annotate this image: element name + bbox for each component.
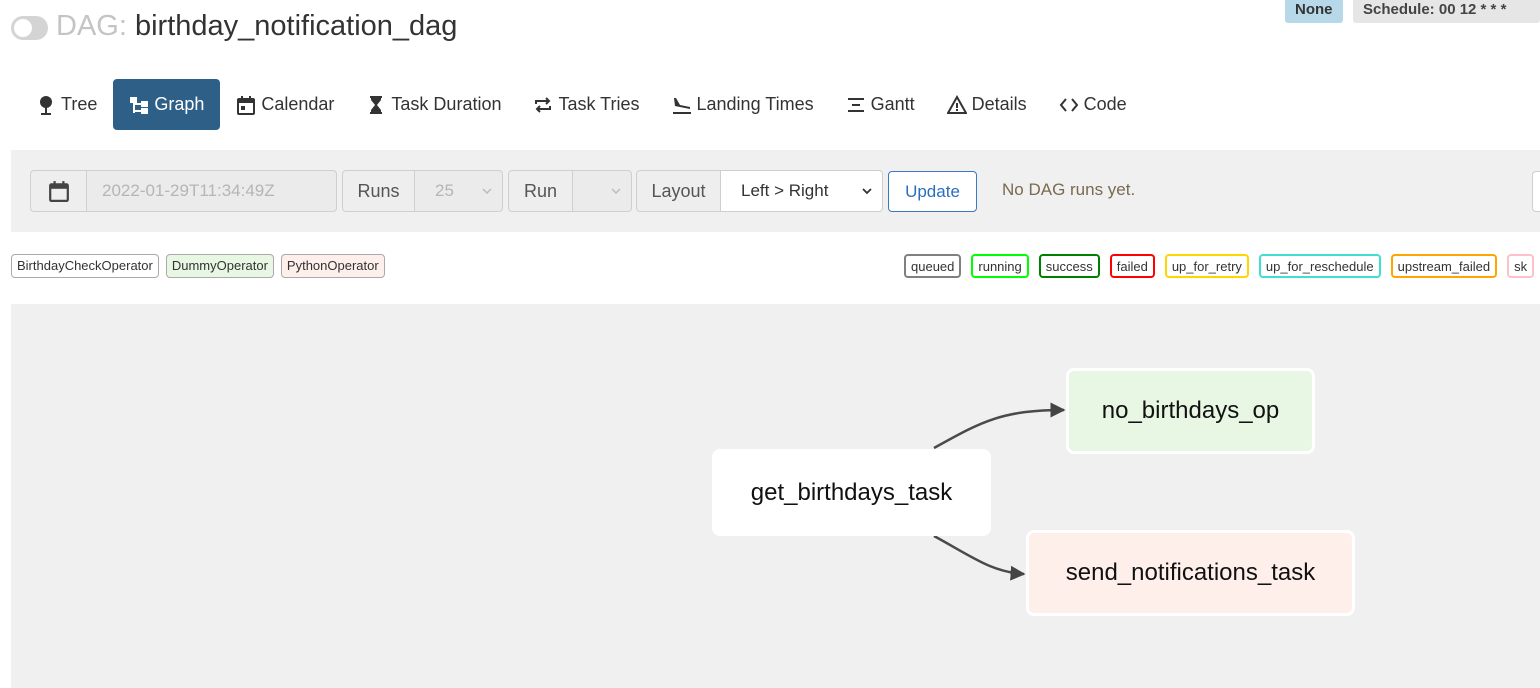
graph-icon — [129, 95, 149, 115]
operator-legend-item: BirthdayCheckOperator — [11, 254, 159, 278]
calendar-picker-button[interactable] — [30, 170, 87, 212]
runs-label: Runs — [342, 170, 415, 212]
tab-code[interactable]: Code — [1043, 79, 1143, 130]
toggle-knob — [14, 19, 32, 37]
operator-legend-item: DummyOperator — [165, 254, 274, 278]
tab-calendar[interactable]: Calendar — [220, 79, 350, 130]
view-tabs: Tree Graph Calendar Task Duration Task T… — [20, 79, 1143, 130]
state-legend-item[interactable]: upstream_failed — [1390, 254, 1498, 278]
task-node-label: get_birthdays_task — [750, 478, 953, 506]
state-legend-item[interactable]: running — [971, 254, 1029, 278]
dag-id: birthday_notification_dag — [134, 10, 458, 42]
search-box-partial[interactable] — [1532, 171, 1540, 212]
state-legend-item[interactable]: up_for_reschedule — [1258, 254, 1381, 278]
plane-landing-icon — [672, 95, 692, 115]
warning-triangle-icon — [946, 94, 967, 115]
state-legend-item[interactable]: up_for_retry — [1164, 254, 1249, 278]
status-message: No DAG runs yet. — [1002, 180, 1136, 199]
tab-landing-times[interactable]: Landing Times — [656, 79, 830, 130]
tab-gantt-label: Gantt — [870, 94, 915, 114]
task-node-send-notifications-task[interactable]: send_notifications_task — [1026, 530, 1355, 616]
run-select[interactable] — [573, 170, 632, 212]
layout-label: Layout — [636, 170, 721, 212]
tab-task-duration[interactable]: Task Duration — [350, 79, 517, 130]
runs-select-value: 25 — [435, 181, 454, 200]
state-legend-item[interactable]: queued — [904, 254, 962, 278]
tab-task-tries[interactable]: Task Tries — [517, 79, 655, 130]
calendar-icon — [48, 180, 70, 202]
code-icon — [1059, 95, 1079, 115]
calendar-icon — [236, 95, 256, 115]
hourglass-icon — [366, 95, 386, 115]
edge-get-birthdays-to-no-birthdays — [933, 402, 1066, 450]
chevron-down-icon — [611, 186, 621, 196]
task-node-label: send_notifications_task — [1065, 559, 1316, 586]
run-label: Run — [508, 170, 573, 212]
chevron-down-icon — [862, 186, 872, 196]
chevron-down-icon — [482, 186, 492, 196]
task-node-label: no_birthdays_op — [1101, 397, 1280, 424]
repeat-icon — [533, 95, 553, 115]
gantt-icon — [846, 95, 866, 115]
tab-gantt[interactable]: Gantt — [830, 79, 931, 130]
operator-legend-item: PythonOperator — [280, 254, 385, 278]
task-node-no-birthdays-op[interactable]: no_birthdays_op — [1066, 368, 1315, 454]
tab-task-duration-label: Task Duration — [391, 94, 502, 114]
task-node-get-birthdays-task[interactable]: get_birthdays_task — [712, 449, 991, 536]
state-legend: queued running success failed up_for_retry up… — [904, 254, 1540, 278]
base-date-group: 2022-01-29T11:34:49Z — [30, 170, 337, 212]
tree-icon — [36, 95, 56, 115]
tab-details-label: Details — [971, 94, 1027, 114]
graph-toolbar: 2022-01-29T11:34:49Z Runs 25 Run Layout … — [11, 150, 1540, 232]
graph-canvas[interactable]: get_birthdays_task no_birthdays_op send_… — [11, 304, 1540, 688]
dag-tag-badge: None — [1285, 0, 1343, 23]
state-legend-item[interactable]: success — [1038, 254, 1100, 278]
base-date-input[interactable]: 2022-01-29T11:34:49Z — [87, 170, 337, 212]
tab-code-label: Code — [1083, 94, 1127, 114]
layout-select-value: Left > Right — [741, 181, 829, 200]
tab-details[interactable]: Details — [931, 79, 1043, 130]
layout-select[interactable]: Left > Right — [721, 170, 883, 212]
run-group: Run — [508, 170, 632, 212]
tab-task-tries-label: Task Tries — [558, 94, 640, 114]
tab-graph[interactable]: Graph — [113, 79, 221, 130]
state-legend-item[interactable]: sk — [1507, 254, 1535, 278]
dag-pause-toggle[interactable] — [11, 16, 48, 40]
dag-prefix: DAG: — [56, 10, 127, 42]
tab-tree-label: Tree — [61, 94, 98, 114]
tab-graph-label: Graph — [154, 94, 205, 114]
tab-tree[interactable]: Tree — [20, 79, 113, 130]
tab-calendar-label: Calendar — [261, 94, 335, 114]
tab-landing-times-label: Landing Times — [696, 94, 814, 114]
update-button[interactable]: Update — [888, 171, 977, 212]
state-legend-item[interactable]: failed — [1109, 254, 1155, 278]
page-title: DAG: birthday_notification_dag — [56, 6, 457, 46]
runs-group: Runs 25 — [342, 170, 503, 212]
layout-group: Layout Left > Right — [636, 170, 883, 212]
schedule-badge: Schedule: 00 12 * * * — [1353, 0, 1540, 23]
edge-get-birthdays-to-send-notifications — [933, 534, 1026, 581]
runs-select[interactable]: 25 — [415, 170, 503, 212]
operator-legend: BirthdayCheckOperator DummyOperator Python… — [11, 254, 392, 278]
